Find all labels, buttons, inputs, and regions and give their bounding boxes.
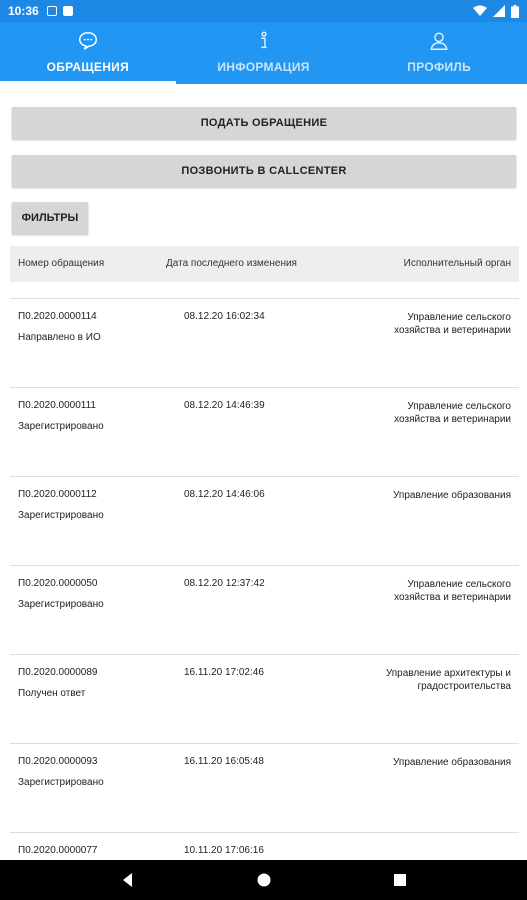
appeal-date: 08.12.20 16:02:34 [184,311,265,322]
appeal-date: 08.12.20 14:46:39 [184,400,265,411]
table-row[interactable]: П0.2020.0000114 Направлено в ИО 08.12.20… [10,298,519,387]
table-row[interactable]: П0.2020.0000111 Зарегистрировано 08.12.2… [10,387,519,476]
sd-card-icon [62,6,73,16]
appeal-date: 16.11.20 17:02:46 [184,667,264,678]
appeal-number: П0.2020.0000114 [18,311,97,322]
appeal-date: 08.12.20 14:46:06 [184,489,265,500]
submit-appeal-button[interactable]: ПОДАТЬ ОБРАЩЕНИЕ [12,107,516,139]
table-row[interactable]: П0.2020.0000093 Зарегистрировано 16.11.2… [10,743,519,832]
filters-button[interactable]: ФИЛЬТРЫ [12,202,88,234]
battery-icon [511,4,519,18]
appeal-date: 16.11.20 16:05:48 [184,756,264,767]
tab-profile-label: ПРОФИЛЬ [407,60,472,74]
tab-appeals-label: ОБРАЩЕНИЯ [46,60,130,74]
tab-information-label: ИНФОРМАЦИЯ [217,60,310,74]
recents-icon[interactable] [392,872,408,888]
table-row[interactable]: П0.2020.0000050 Зарегистрировано 08.12.2… [10,565,519,654]
chat-bubble-icon [78,32,97,50]
appeal-status: Зарегистрировано [18,599,104,610]
appeal-number: П0.2020.0000112 [18,489,97,500]
info-icon [260,31,267,49]
header-last-modified: Дата последнего изменения [166,258,297,269]
tab-profile[interactable]: ПРОФИЛЬ [351,22,527,84]
notification-icon [46,6,57,16]
appeal-status: Получен ответ [18,688,86,699]
appeal-number: П0.2020.0000093 [18,756,98,767]
status-bar: 10:36 [0,0,527,22]
appeal-org: Управление образования [393,490,511,501]
appeal-status: Зарегистрировано [18,510,104,521]
appeal-org: Управление сельского хозяйства и ветерин… [394,312,511,336]
appeals-list: П0.2020.0000114 Направлено в ИО 08.12.20… [10,298,519,860]
appeal-org: Управление сельского хозяйства и ветерин… [394,401,511,425]
call-callcenter-button[interactable]: ПОЗВОНИТЬ В CALLCENTER [12,155,516,187]
appeal-date: 10.11.20 17:06:16 [184,845,264,856]
table-row[interactable]: П0.2020.0000089 Получен ответ 16.11.20 1… [10,654,519,743]
table-row[interactable]: П0.2020.0000112 Зарегистрировано 08.12.2… [10,476,519,565]
appeal-date: 08.12.20 12:37:42 [184,578,265,589]
header-appeal-number: Номер обращения [18,258,105,269]
appeal-number: П0.2020.0000089 [18,667,98,678]
appeal-org: Управление сельского хозяйства и ветерин… [394,579,511,603]
tab-information[interactable]: ИНФОРМАЦИЯ [176,22,352,84]
appeal-number: П0.2020.0000077 [18,845,98,856]
system-nav-bar [0,860,527,900]
person-icon [430,32,448,50]
appeal-org: Управление архитектуры и градостроительс… [385,668,511,692]
wifi-icon [473,5,487,16]
tab-bar: ОБРАЩЕНИЯ ИНФОРМАЦИЯ ПРОФИЛЬ [0,22,527,84]
appeal-status: Направлено в ИО [18,332,101,343]
appeal-status: Зарегистрировано [18,777,104,788]
tab-appeals[interactable]: ОБРАЩЕНИЯ [0,22,176,84]
appeals-content: ПОДАТЬ ОБРАЩЕНИЕ ПОЗВОНИТЬ В CALLCENTER … [0,84,527,860]
header-executive-body: Исполнительный орган [403,258,511,269]
back-icon[interactable] [120,872,136,888]
table-row[interactable]: П0.2020.0000077 10.11.20 17:06:16 [10,832,519,860]
signal-icon [493,5,505,17]
table-header: Номер обращения Дата последнего изменени… [10,246,519,282]
appeal-org: Управление образования [393,757,511,768]
appeal-status: Зарегистрировано [18,421,104,432]
status-time: 10:36 [8,4,39,18]
home-icon[interactable] [256,872,272,888]
appeal-number: П0.2020.0000050 [18,578,98,589]
appeal-number: П0.2020.0000111 [18,400,96,411]
